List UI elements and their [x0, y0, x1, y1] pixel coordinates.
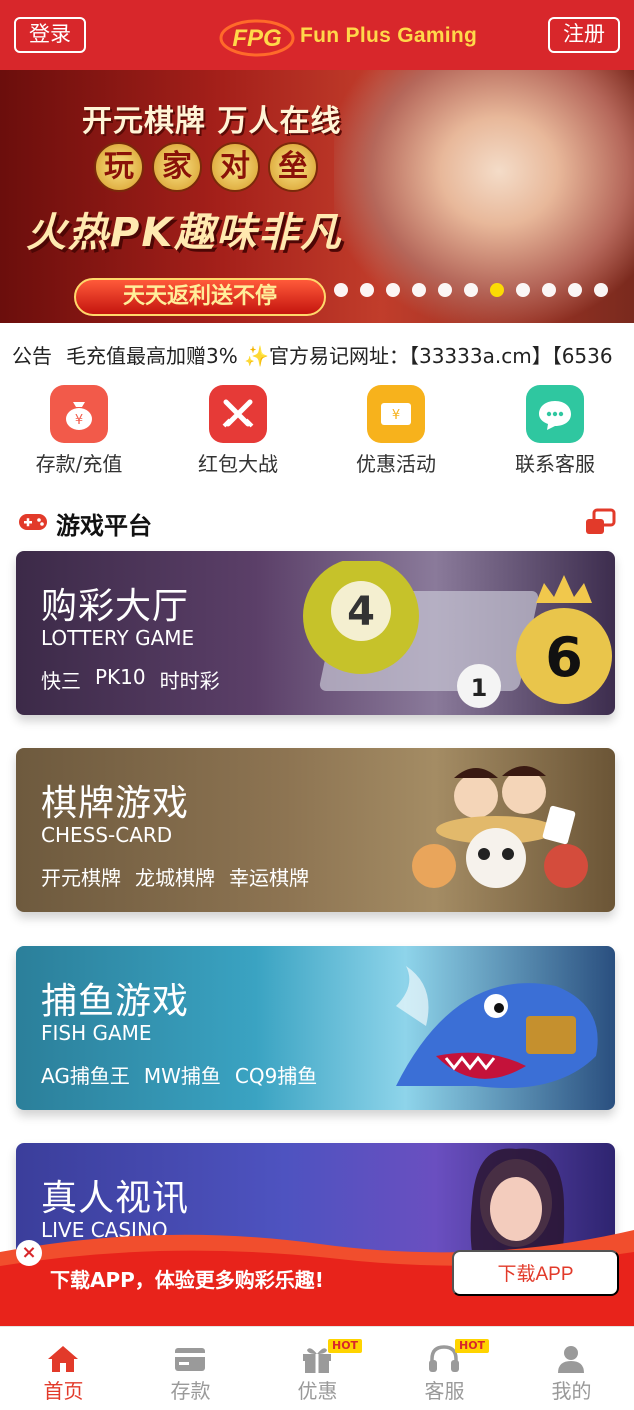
ticket-icon: ¥	[367, 385, 425, 443]
login-button[interactable]: 登录	[14, 17, 86, 53]
quick-label: 优惠活动	[356, 452, 436, 476]
register-button[interactable]: 注册	[548, 17, 620, 53]
tab-label: 存款	[170, 1379, 211, 1403]
download-app-bar: × 下载APP，体验更多购彩乐趣! 下载APP	[0, 1222, 634, 1326]
banner-char: 家	[152, 142, 202, 192]
carousel-dots	[334, 283, 608, 297]
switch-view-icon[interactable]	[584, 508, 616, 536]
tab-label: 客服	[424, 1379, 465, 1403]
card-icon	[175, 1348, 205, 1371]
banner-char: 对	[210, 142, 260, 192]
crossed-swords-icon	[209, 385, 267, 443]
svg-text:¥: ¥	[392, 408, 400, 423]
tab-label: 我的	[551, 1379, 592, 1403]
quick-entries: ¥ 存款/充值 红包大战 ¥ 优惠活动 联系客服	[0, 385, 634, 480]
game-tag: 幸运棋牌	[229, 866, 309, 890]
game-subtitle: CHESS-CARD	[41, 823, 173, 847]
notice-label: 公告	[12, 344, 52, 368]
gamepad-icon	[19, 514, 47, 530]
hot-badge: HOT	[455, 1339, 490, 1353]
banner-pill: 天天返利送不停	[74, 278, 326, 316]
banner-headline: 开元棋牌 万人在线	[82, 104, 342, 139]
brand-text: Fun Plus Gaming	[300, 24, 478, 47]
game-tag: CQ9捕鱼	[234, 1064, 318, 1088]
hot-badge: HOT	[328, 1339, 363, 1353]
banner-char-row: 玩 家 对 垒	[94, 142, 318, 192]
carousel-dot[interactable]	[334, 283, 348, 297]
promo-banner[interactable]: 开元棋牌 万人在线 玩 家 对 垒 火热PK趣味非凡 天天返利送不停	[0, 70, 634, 323]
tab-profile[interactable]: 我的	[508, 1327, 634, 1410]
svg-text:FPG: FPG	[232, 25, 281, 52]
carousel-dot[interactable]	[594, 283, 608, 297]
lottery-art: 4 1 6	[303, 561, 612, 708]
download-app-button[interactable]: 下载APP	[452, 1250, 619, 1296]
game-card-chess[interactable]: 棋牌游戏 CHESS-CARD 开元棋牌 龙城棋牌 幸运棋牌	[16, 748, 615, 912]
game-subtitle: FISH GAME	[41, 1021, 152, 1045]
game-tag: PK10	[95, 665, 146, 689]
banner-slogan: 火热PK趣味非凡	[26, 210, 343, 256]
game-title: 捕鱼游戏	[41, 981, 190, 1022]
game-title: 购彩大厅	[41, 586, 190, 627]
quick-deposit[interactable]: ¥ 存款/充值	[4, 385, 154, 477]
section-title: 游戏平台	[56, 512, 152, 540]
top-header: 登录 FPG Fun Plus Gaming 注册	[0, 0, 634, 70]
money-bag-icon: ¥	[50, 385, 108, 443]
quick-label: 联系客服	[515, 452, 595, 476]
carousel-dot[interactable]	[386, 283, 400, 297]
carousel-dot[interactable]	[464, 283, 478, 297]
tab-support[interactable]: HOT 客服	[381, 1327, 508, 1410]
quick-promo[interactable]: ¥ 优惠活动	[321, 385, 471, 477]
game-card-lottery[interactable]: 4 1 6 购彩大厅 LOTTERY GAME 快三 PK10 时时彩	[16, 551, 615, 715]
carousel-dot[interactable]	[490, 283, 504, 297]
lottery-ball-6: 6	[545, 626, 583, 689]
close-icon[interactable]: ×	[16, 1240, 42, 1266]
carousel-dot[interactable]	[412, 283, 426, 297]
game-tags: 快三 PK10 时时彩	[41, 665, 220, 694]
game-card-fish[interactable]: 捕鱼游戏 FISH GAME AG捕鱼王 MW捕鱼 CQ9捕鱼	[16, 946, 615, 1110]
game-tag: 时时彩	[159, 669, 220, 693]
game-title: 真人视讯	[41, 1178, 190, 1219]
tab-label: 首页	[43, 1379, 84, 1403]
banner-char: 垒	[268, 142, 318, 192]
carousel-dot[interactable]	[542, 283, 556, 297]
game-tag: 开元棋牌	[41, 866, 121, 890]
game-tag: 龙城棋牌	[135, 866, 215, 890]
download-promo-text: 下载APP，体验更多购彩乐趣!	[50, 1268, 324, 1292]
game-tags: AG捕鱼王 MW捕鱼 CQ9捕鱼	[41, 1060, 317, 1089]
carousel-dot[interactable]	[360, 283, 374, 297]
tab-deposit[interactable]: 存款	[127, 1327, 254, 1410]
notice-marquee[interactable]: 公告 毛充值最高加赠3% ✨官方易记网址：【33333a.cm】【6536	[0, 332, 634, 374]
notice-text: 毛充值最高加赠3% ✨官方易记网址：【33333a.cm】【6536	[66, 344, 613, 368]
game-tag: 快三	[41, 669, 81, 693]
tab-promo[interactable]: HOT 优惠	[254, 1327, 381, 1410]
lottery-ball-1: 1	[471, 674, 488, 702]
section-header: 游戏平台	[0, 500, 634, 544]
bottom-tab-bar: 首页 存款 HOT 优惠 HOT 客服 我的	[0, 1326, 634, 1410]
svg-text:¥: ¥	[75, 413, 83, 428]
fpg-logo-mark: FPG	[218, 14, 296, 58]
brand-logo[interactable]: FPG Fun Plus Gaming	[218, 12, 477, 60]
banner-char: 玩	[94, 142, 144, 192]
quick-support[interactable]: 联系客服	[480, 385, 630, 477]
carousel-dot[interactable]	[568, 283, 582, 297]
game-tag: MW捕鱼	[143, 1064, 221, 1088]
tab-label: 优惠	[297, 1379, 338, 1403]
carousel-dot[interactable]	[438, 283, 452, 297]
game-title: 棋牌游戏	[41, 783, 190, 824]
quick-redpacket[interactable]: 红包大战	[163, 385, 313, 477]
carousel-dot[interactable]	[516, 283, 530, 297]
user-icon	[558, 1346, 584, 1373]
game-tags: 开元棋牌 龙城棋牌 幸运棋牌	[41, 862, 309, 891]
chat-bubble-icon	[526, 385, 584, 443]
quick-label: 存款/充值	[35, 452, 123, 476]
game-tag: AG捕鱼王	[41, 1064, 130, 1088]
quick-label: 红包大战	[198, 452, 278, 476]
tab-home[interactable]: 首页	[0, 1327, 127, 1410]
fpg-logo-icon: FPG	[219, 19, 295, 57]
game-subtitle: LOTTERY GAME	[41, 626, 195, 650]
chess-characters-art	[412, 766, 588, 888]
home-icon	[48, 1346, 78, 1372]
shark-art	[396, 966, 598, 1088]
lottery-ball-4: 4	[347, 589, 375, 635]
